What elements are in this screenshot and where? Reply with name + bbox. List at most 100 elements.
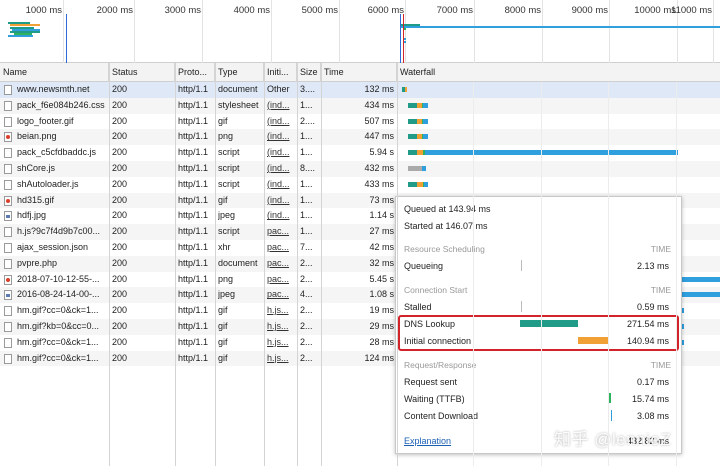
waterfall-bar-segment[interactable] — [408, 118, 417, 124]
waterfall-bar-segment[interactable] — [682, 308, 684, 314]
cell-size: 2... — [300, 257, 313, 268]
cell-name: beian.png — [17, 131, 57, 142]
cell-size: 1... — [300, 131, 313, 142]
table-row[interactable]: www.newsmth.net 200 http/1.1 document Other 3… — [0, 82, 720, 98]
column-header-name[interactable]: Name — [0, 63, 109, 82]
overview-timeline[interactable]: 1000 ms 2000 ms 3000 ms 4000 ms 5000 ms 6000 … — [0, 0, 720, 63]
cell-init[interactable]: pac... — [267, 272, 296, 288]
cell-status: 200 — [112, 336, 128, 347]
column-divider — [297, 63, 298, 466]
cell-size: 2.... — [300, 115, 316, 126]
cell-init[interactable]: pac... — [267, 240, 296, 256]
cell-init[interactable]: h.js... — [267, 303, 296, 319]
table-row[interactable]: beian.png 200 http/1.1 png (ind... 1... 447 ms — [0, 129, 720, 146]
waterfall-bar-segment[interactable] — [408, 102, 417, 108]
cell-init[interactable]: pac... — [267, 287, 296, 303]
column-header-size[interactable]: Size — [297, 63, 321, 82]
table-row[interactable]: logo_footer.gif 200 http/1.1 gif (ind... 2...… — [0, 114, 720, 130]
column-divider — [397, 63, 398, 466]
cell-init[interactable]: (ind... — [267, 208, 296, 224]
cell-init[interactable]: (ind... — [267, 145, 296, 161]
cell-size: 1... — [300, 147, 313, 158]
table-row[interactable]: shAutoloader.js 200 http/1.1 script (ind... 1… — [0, 177, 720, 193]
cell-status: 200 — [112, 194, 128, 205]
cell-init[interactable]: h.js... — [267, 351, 296, 367]
cell-time: 5.94 s — [369, 147, 394, 158]
cell-name: shAutoloader.js — [17, 178, 79, 189]
explanation-link[interactable]: Explanation — [404, 436, 451, 446]
cell-status: 200 — [112, 242, 128, 252]
cell-init[interactable]: h.js... — [267, 319, 296, 335]
cell-type: gif — [218, 305, 228, 316]
time-header: TIME — [650, 285, 671, 295]
cell-type: xhr — [218, 242, 231, 252]
cell-size: 1... — [300, 99, 313, 110]
cell-status: 200 — [112, 99, 128, 110]
table-row[interactable]: pack_c5cfdbaddc.js 200 http/1.1 script (ind.… — [0, 145, 720, 161]
cell-size: 2... — [300, 321, 313, 331]
column-header-type[interactable]: Type — [215, 63, 264, 82]
cell-init[interactable]: (ind... — [267, 98, 296, 114]
waterfall-bar-segment[interactable] — [423, 118, 428, 124]
cell-init[interactable]: (ind... — [267, 177, 296, 193]
column-divider — [109, 63, 110, 466]
script-icon — [4, 164, 12, 174]
ruler-gridline — [202, 0, 203, 63]
waterfall-bar-segment[interactable] — [682, 276, 720, 282]
waterfall-bar-segment[interactable] — [408, 134, 417, 140]
cell-size: 7... — [300, 242, 313, 252]
highlight-box — [398, 315, 679, 351]
table-row[interactable]: shCore.js 200 http/1.1 script (ind... 8.... 43… — [0, 161, 720, 177]
stylesheet-icon — [4, 100, 12, 111]
queueing-label: Queueing — [404, 261, 444, 271]
cell-size: 2... — [300, 273, 313, 284]
column-header-time[interactable]: Time — [321, 63, 397, 82]
cell-proto: http/1.1 — [178, 163, 209, 173]
cell-status: 200 — [112, 257, 128, 268]
cell-type: gif — [218, 321, 228, 331]
cell-init[interactable]: pac... — [267, 224, 296, 240]
waterfall-bar-segment[interactable] — [408, 166, 422, 171]
cell-type: script — [218, 226, 240, 237]
cell-init[interactable]: (ind... — [267, 129, 296, 145]
cell-type: script — [218, 163, 240, 173]
waterfall-bar-segment[interactable] — [408, 181, 417, 187]
cell-init[interactable]: (ind... — [267, 161, 296, 177]
waterfall-bar-segment[interactable] — [422, 166, 426, 171]
waterfall-bar-segment[interactable] — [682, 292, 720, 298]
cell-init[interactable]: pac... — [267, 256, 296, 272]
column-header-protocol[interactable]: Proto... — [175, 63, 215, 82]
table-row[interactable]: pack_f6e084b246.css 200 http/1.1 stylesheet… — [0, 97, 720, 114]
cell-init[interactable]: (ind... — [267, 114, 296, 130]
cell-status: 200 — [112, 305, 128, 316]
cell-proto: http/1.1 — [178, 210, 209, 221]
waterfall-bar-segment[interactable] — [423, 134, 428, 140]
cell-status: 200 — [112, 352, 128, 363]
cell-time: 32 ms — [369, 257, 394, 268]
waterfall-bar-segment[interactable] — [682, 324, 684, 329]
cell-init[interactable]: (ind... — [267, 193, 296, 209]
column-header-waterfall[interactable]: Waterfall — [397, 63, 720, 82]
waterfall-bar-segment[interactable] — [423, 102, 428, 108]
column-header-initiator[interactable]: Initi... — [264, 63, 297, 82]
waterfall-gridline — [473, 82, 474, 466]
cell-time: 432 ms — [364, 163, 394, 173]
waterfall-bar-segment[interactable] — [425, 150, 678, 156]
cell-size: 1... — [300, 178, 313, 189]
cell-time: 28 ms — [369, 336, 394, 347]
cell-type: document — [218, 84, 258, 94]
waterfall-bar-segment[interactable] — [682, 339, 684, 345]
column-header-status[interactable]: Status — [109, 63, 175, 82]
cell-init[interactable]: h.js... — [267, 335, 296, 351]
gif-icon — [4, 337, 12, 348]
jpeg-icon — [4, 290, 12, 301]
queueing-bar — [521, 260, 522, 271]
waterfall-bar-segment[interactable] — [408, 150, 417, 156]
ruler-tick-label: 9000 ms — [571, 5, 608, 16]
waterfall-bar-segment[interactable] — [424, 181, 428, 187]
ruler-tick-label: 1000 ms — [25, 5, 62, 16]
cell-type: png — [218, 131, 234, 142]
cell-time: 132 ms — [364, 84, 394, 94]
overview-bar — [400, 26, 720, 28]
waterfall-bar-segment[interactable] — [405, 87, 407, 92]
